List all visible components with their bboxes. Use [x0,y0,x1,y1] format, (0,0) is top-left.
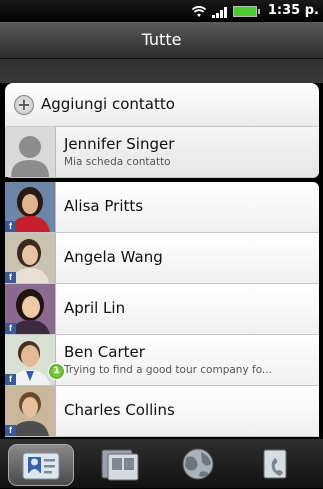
contact-name: Angela Wang [64,248,163,266]
contact-status-message: Trying to find a good tour company fo... [64,364,272,376]
title-bar: Tutte [0,22,323,84]
signal-strength-icon [212,6,227,18]
contact-name: Charles Collins [64,401,175,419]
avatar: f [5,335,56,385]
facebook-icon: f [5,425,16,436]
list-item-my-contact-card[interactable]: Jennifer Singer Mia scheda contatto [5,127,319,178]
call-history-phone-icon [263,449,287,479]
avatar: f [5,233,56,283]
groups-icon [101,449,139,481]
status-time: 1:35 p. [267,3,319,18]
tab-call-history[interactable] [244,444,308,484]
contact-name: Alisa Pritts [64,197,144,215]
status-update-badge: 1 [48,363,65,380]
facebook-icon: f [5,374,16,385]
page-title: Tutte [0,22,323,59]
contacts-card-icon [22,452,60,480]
contact-name: April Lin [64,299,126,317]
avatar: f [5,386,56,436]
tab-online-directory[interactable] [166,444,230,484]
list-item[interactable]: f Charles Collins [5,386,319,437]
tab-groups[interactable] [88,444,152,484]
avatar: f [5,284,56,334]
contact-name: Jennifer Singer [64,135,175,153]
add-contact-label: Aggiungi contatto [41,95,175,113]
facebook-icon: f [5,272,16,283]
tab-contacts[interactable] [8,444,74,486]
battery-icon [233,6,260,17]
avatar-placeholder [5,127,56,177]
facebook-icon: f [5,323,16,334]
status-bar: 1:35 p. [0,0,323,22]
online-directory-globe-icon [182,448,214,480]
status-icons [192,4,260,18]
contact-subtitle: Mia scheda contatto [64,156,171,168]
list-item[interactable]: f April Lin [5,284,319,335]
add-contact-button[interactable]: + Aggiungi contatto [5,83,319,127]
plus-icon: + [14,95,34,115]
list-item[interactable]: f Alisa Pritts [5,182,319,233]
contact-name: Ben Carter [64,343,145,361]
bottom-tab-bar [0,439,323,488]
avatar: f [5,182,56,232]
list-item[interactable]: f 1 Ben Carter Trying to find a good tou… [5,335,319,386]
list-item[interactable]: f Angela Wang [5,233,319,284]
facebook-icon: f [5,221,16,232]
wifi-icon [192,6,206,17]
contact-list[interactable]: + Aggiungi contatto Jennifer Singer Mia … [0,83,323,439]
